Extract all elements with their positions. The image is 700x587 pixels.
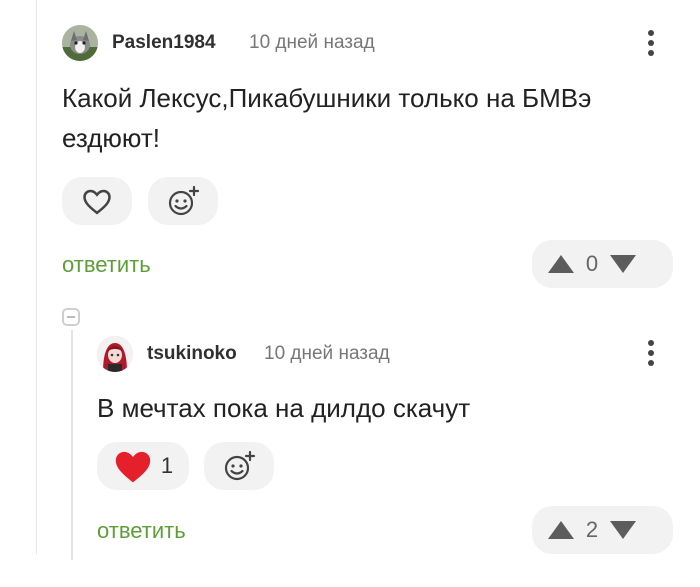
- downvote-arrow-icon[interactable]: [604, 244, 642, 284]
- add-reaction-button[interactable]: [204, 442, 274, 490]
- comment-text: Какой Лексус,Пикабушники только на БМВэ …: [62, 83, 592, 153]
- more-options-icon[interactable]: [646, 30, 656, 58]
- upvote-arrow-icon[interactable]: [542, 244, 580, 284]
- add-reaction-button[interactable]: [148, 177, 218, 225]
- heart-icon: [83, 189, 111, 215]
- avatar[interactable]: [62, 25, 98, 61]
- avatar[interactable]: [97, 336, 133, 372]
- left-border: [36, 0, 37, 554]
- username[interactable]: tsukinoko: [147, 343, 237, 365]
- timestamp[interactable]: 10 дней назад: [264, 343, 390, 365]
- vote-widget: 2: [532, 506, 673, 554]
- vote-score: 0: [585, 251, 599, 276]
- timestamp[interactable]: 10 дней назад: [249, 32, 375, 54]
- comment-text: В мечтах пока на дилдо скачут: [97, 393, 471, 423]
- thread-line: [71, 330, 73, 560]
- collapse-thread-icon[interactable]: [62, 308, 80, 326]
- reply-link[interactable]: ответить: [97, 518, 186, 544]
- reply-link[interactable]: ответить: [62, 252, 151, 278]
- heart-icon: [115, 451, 151, 483]
- username[interactable]: Paslen1984: [112, 32, 216, 54]
- vote-widget: 0: [532, 240, 673, 288]
- like-button[interactable]: 1: [97, 442, 189, 490]
- like-button[interactable]: [62, 177, 132, 225]
- like-count: 1: [160, 453, 174, 478]
- downvote-arrow-icon[interactable]: [604, 510, 642, 550]
- add-reaction-icon: [224, 450, 256, 481]
- vote-score: 2: [585, 517, 599, 542]
- upvote-arrow-icon[interactable]: [542, 510, 580, 550]
- more-options-icon[interactable]: [646, 340, 656, 368]
- add-reaction-icon: [168, 185, 200, 216]
